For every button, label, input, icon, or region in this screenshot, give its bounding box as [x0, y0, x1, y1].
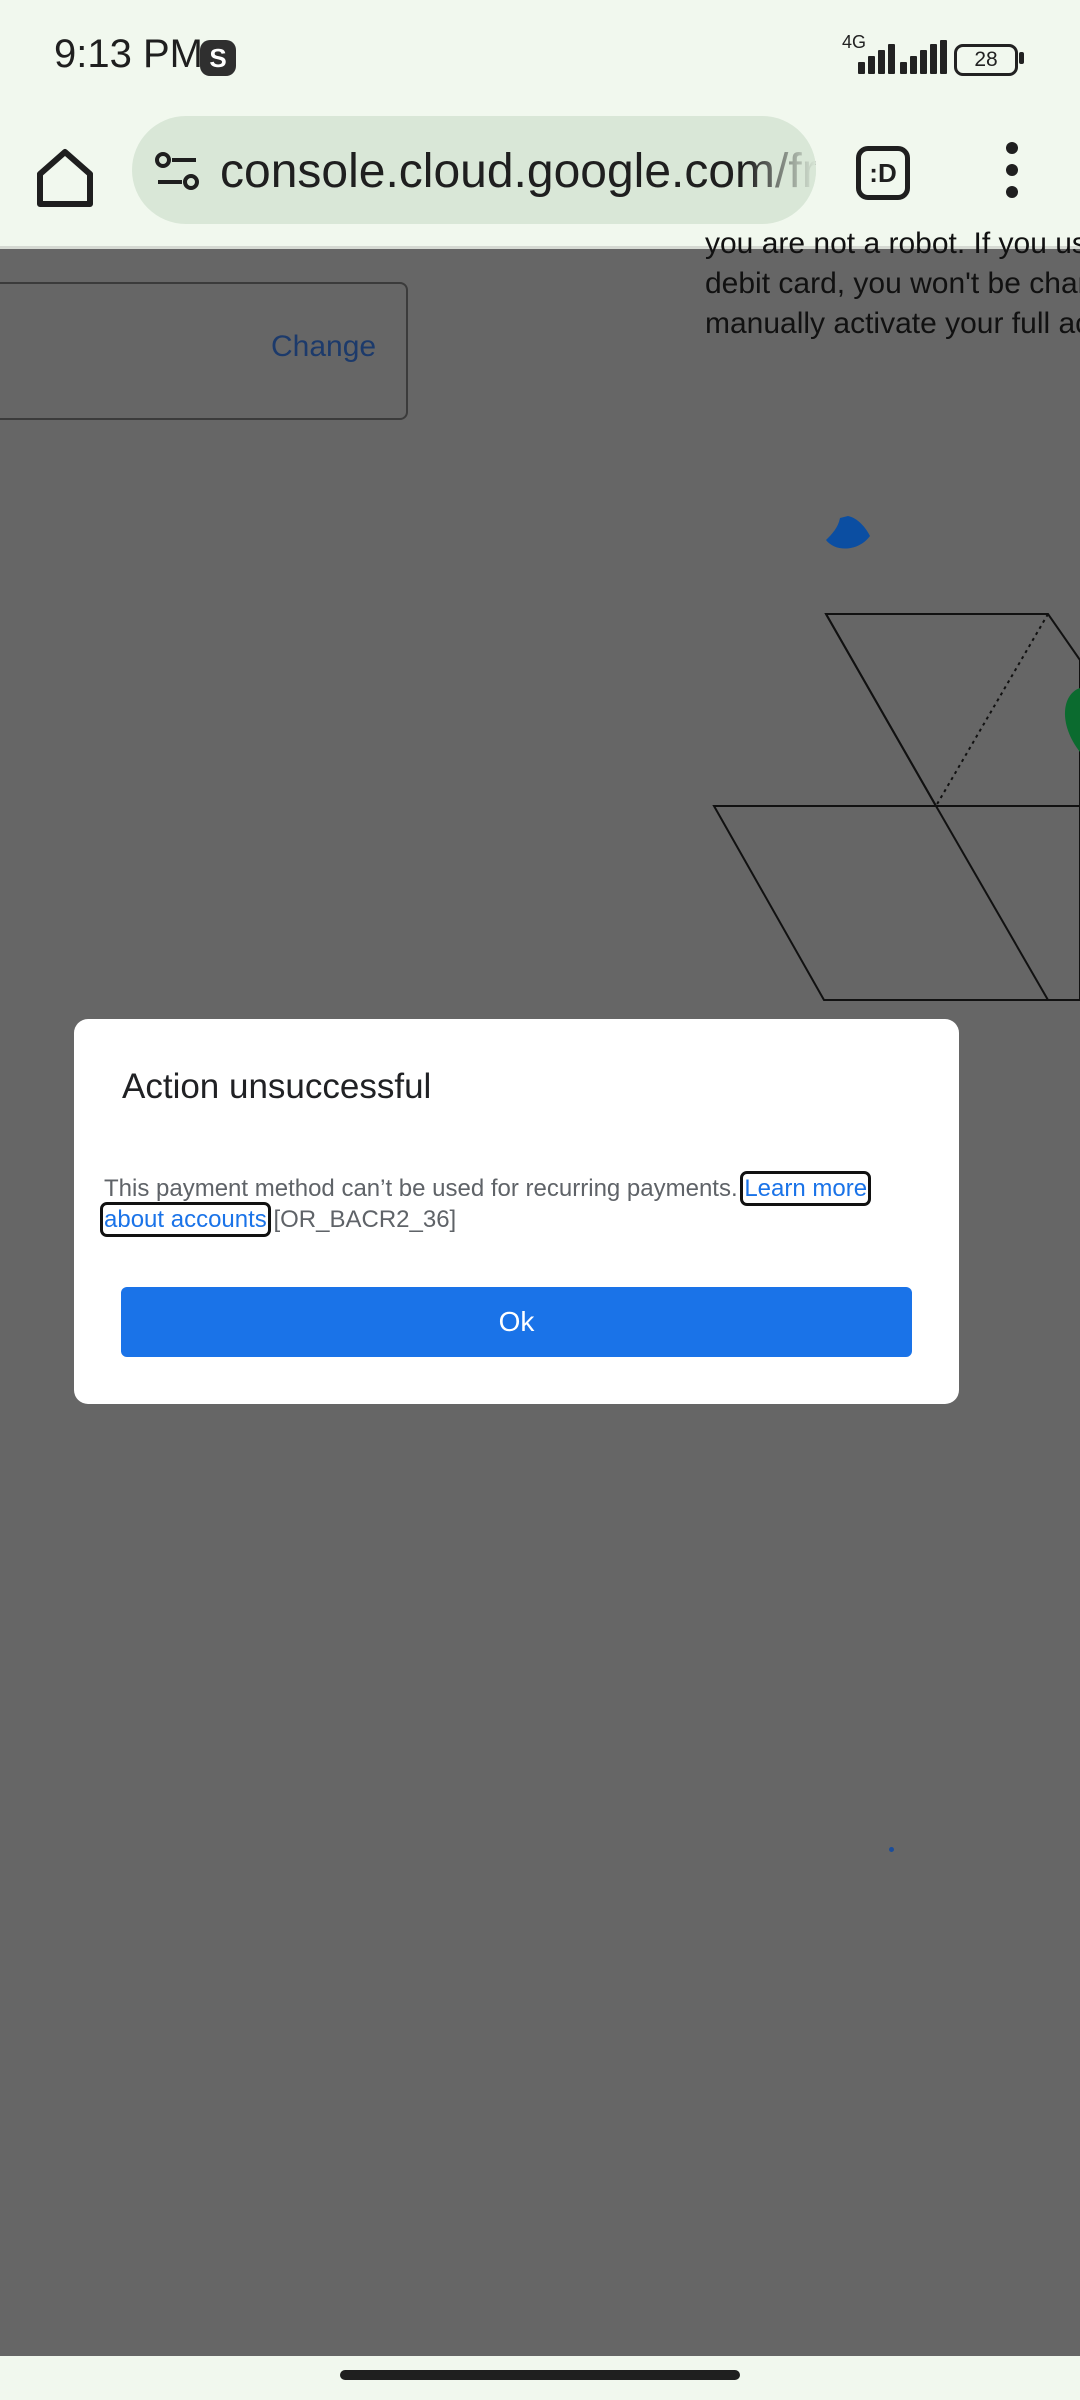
dialog-message-text: This payment method can’t be used for re…: [104, 1175, 745, 1202]
background-text: you are not a robot. If you us debit car…: [705, 224, 1080, 344]
url-fade: [746, 116, 816, 224]
gesture-handle[interactable]: [340, 2370, 740, 2380]
app-notification-icon: S: [200, 40, 236, 76]
background-text-line: debit card, you won't be charg: [705, 267, 1080, 300]
background-dot: [889, 1847, 894, 1852]
dialog-title: Action unsuccessful: [122, 1067, 432, 1106]
ok-button[interactable]: Ok: [121, 1287, 912, 1357]
green-shape-icon: [1064, 688, 1080, 752]
error-dialog: Action unsuccessful This payment method …: [74, 1019, 959, 1404]
error-code: [OR_BACR2_36]: [266, 1206, 457, 1233]
address-bar[interactable]: console.cloud.google.com/fre: [132, 116, 816, 224]
signal-icon: [846, 40, 896, 74]
dialog-message: This payment method can’t be used for re…: [99, 1171, 924, 1237]
signal-icon-2: [900, 40, 950, 74]
background-text-line: manually activate your full ac: [705, 307, 1080, 340]
navigation-bar: [0, 2356, 1080, 2400]
tab-switcher-button[interactable]: :D: [856, 146, 910, 200]
status-bar: 9:13 PM S 4G 28: [0, 0, 1080, 112]
status-time: 9:13 PM: [54, 32, 203, 76]
url-text[interactable]: console.cloud.google.com/fre: [220, 144, 816, 199]
blue-shape-icon: [826, 516, 870, 549]
background-text-line: you are not a robot. If you us: [705, 227, 1080, 260]
illustration: [700, 510, 1080, 1030]
change-link[interactable]: Change: [271, 330, 376, 364]
status-icons: 4G 28: [842, 32, 1036, 78]
battery-icon: 28: [954, 44, 1018, 76]
home-icon[interactable]: [28, 140, 102, 214]
site-settings-icon[interactable]: [154, 148, 200, 194]
battery-tip: [1019, 52, 1024, 64]
overflow-menu-icon[interactable]: [996, 142, 1030, 198]
